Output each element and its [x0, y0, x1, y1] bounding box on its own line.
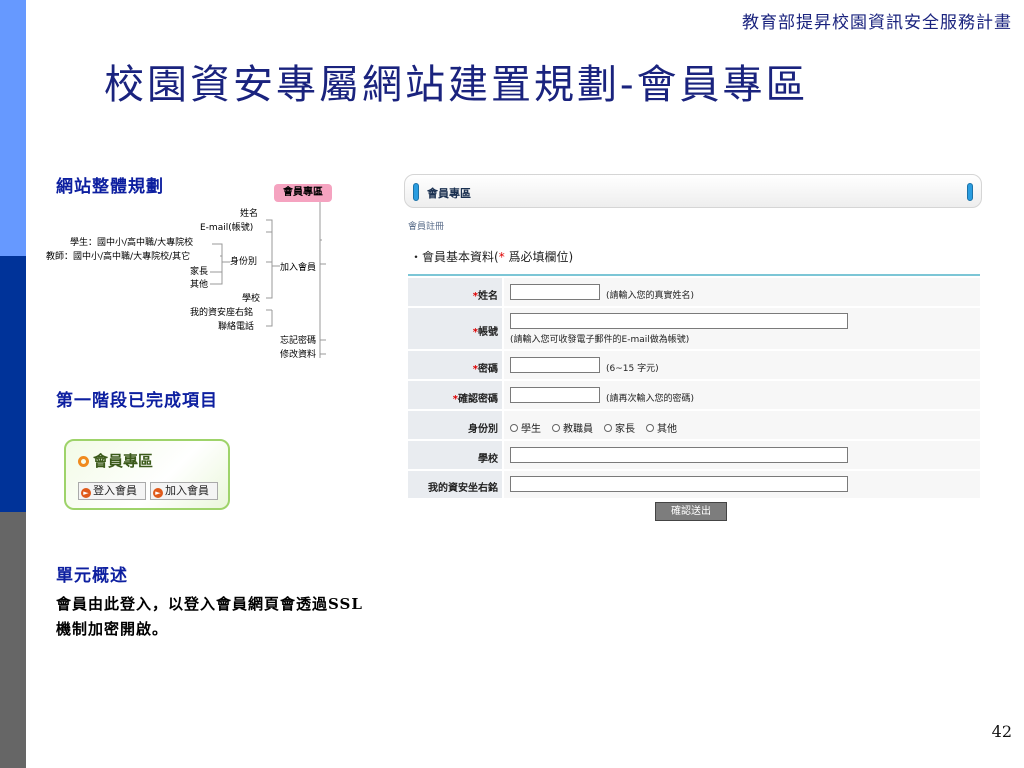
identity-radio-parent[interactable]: 家長 [604, 420, 635, 435]
confirm-password-input[interactable] [510, 387, 600, 403]
name-label-text: 姓名 [478, 291, 498, 302]
form-row-motto: 我的資安坐右銘 [408, 471, 980, 499]
mindmap-root: 會員專區 [274, 184, 332, 202]
mindmap-branch-edit: 修改資料 [280, 350, 317, 360]
title-bar-cap-icon [413, 183, 419, 201]
radio-icon [552, 424, 560, 432]
account-input[interactable] [510, 313, 848, 329]
mindmap-node-parent: 家長 [190, 267, 209, 277]
motto-input[interactable] [510, 476, 848, 492]
mindmap-node-name: 姓名 [240, 209, 259, 219]
member-area-widget: 會員專區 ► 登入會員 ► 加入會員 [64, 439, 230, 510]
member-widget-title: 會員專區 [78, 450, 153, 471]
slide-title: 校園資安專屬網站建置規劃-會員專區 [104, 62, 809, 108]
confirm-password-hint: (請再次輸入您的密碼) [606, 394, 695, 404]
field-label-name: *姓名 [408, 278, 502, 306]
form-title: 會員專區 [427, 187, 471, 200]
school-input[interactable] [510, 447, 848, 463]
login-member-label: 登入會員 [93, 484, 137, 497]
field-value-school [504, 441, 980, 469]
member-widget-title-text: 會員專區 [93, 452, 154, 470]
identity-radio-student[interactable]: 學生 [510, 420, 541, 435]
field-label-motto: 我的資安坐右銘 [408, 471, 502, 498]
password-input[interactable] [510, 357, 600, 373]
field-value-name: (請輸入您的真實姓名) [504, 278, 980, 306]
name-input[interactable] [510, 284, 600, 300]
password-label-text: 密碼 [478, 364, 498, 375]
page-number: 42 [991, 722, 1012, 741]
identity-radio-staff[interactable]: 教職員 [552, 420, 593, 435]
name-hint: (請輸入您的真實姓名) [606, 291, 695, 301]
section-heading-prefix: ・會員基本資料( [410, 250, 499, 264]
mindmap-node-phone: 聯絡電話 [218, 322, 255, 332]
join-member-label: 加入會員 [165, 484, 209, 497]
field-value-motto [504, 471, 980, 498]
identity-radio-other[interactable]: 其他 [646, 420, 677, 435]
radio-icon [604, 424, 612, 432]
radio-label: 學生 [521, 424, 541, 435]
mindmap-branch-join: 加入會員 [280, 263, 317, 273]
mindmap-node-student: 學生：國中小/高中職/大專院校 [70, 238, 194, 248]
field-label-school: 學校 [408, 441, 502, 469]
field-label-identity: 身份別 [408, 411, 502, 439]
field-value-password: (6~15 字元) [504, 351, 980, 379]
mindmap-branch-forgot: 忘記密碼 [280, 336, 317, 346]
strip-segment-top [0, 0, 26, 256]
field-value-confirm-password: (請再次輸入您的密碼) [504, 381, 980, 409]
field-label-password: *密碼 [408, 351, 502, 379]
mindmap-node-motto: 我的資安座右銘 [190, 308, 254, 318]
radio-label: 教職員 [563, 424, 593, 435]
mindmap-node-other: 其他 [190, 280, 209, 290]
account-hint: (請輸入您可收發電子郵件的E-mail做為帳號) [510, 335, 690, 345]
field-label-confirm-password: *確認密碼 [408, 381, 502, 409]
mindmap-node-school: 學校 [242, 294, 261, 304]
password-hint: (6~15 字元) [606, 364, 659, 374]
mindmap-node-identity: 身份別 [230, 257, 258, 267]
breadcrumb[interactable]: 會員註冊 [408, 219, 444, 232]
strip-segment-bottom [0, 512, 26, 768]
school-label-text: 學校 [478, 454, 498, 465]
section-heading-suffix: 爲必填欄位) [504, 250, 574, 264]
form-section-heading: ・會員基本資料(* 爲必填欄位) [410, 248, 573, 265]
submit-button[interactable]: 確認送出 [655, 502, 727, 521]
site-structure-mindmap: 會員專區 姓名 E-mail(帳號) 學生：國中小/高中職/大專院校 教師：國中… [40, 180, 370, 370]
form-row-confirm-password: *確認密碼 (請再次輸入您的密碼) [408, 381, 980, 410]
arrow-right-icon: ► [81, 488, 91, 498]
left-color-strip [0, 0, 26, 768]
strip-segment-middle [0, 256, 26, 512]
field-label-account: *帳號 [408, 308, 502, 349]
form-row-name: *姓名 (請輸入您的真實姓名) [408, 278, 980, 307]
motto-label-text: 我的資安坐右銘 [428, 483, 498, 494]
form-row-password: *密碼 (6~15 字元) [408, 351, 980, 380]
radio-label: 其他 [657, 424, 677, 435]
radio-icon [510, 424, 518, 432]
mindmap-node-teacher: 教師：國中小/高中職/大專院校/其它 [46, 252, 191, 262]
form-row-identity: 身份別 學生 教職員 家長 其他 [408, 411, 980, 440]
circle-icon [78, 456, 89, 467]
arrow-right-icon: ► [153, 488, 163, 498]
account-label-text: 帳號 [478, 327, 498, 338]
section-heading-phase-one: 第一階段已完成項目 [56, 391, 218, 411]
field-value-account: (請輸入您可收發電子郵件的E-mail做為帳號) [504, 308, 980, 349]
form-row-school: 學校 [408, 441, 980, 470]
field-value-identity: 學生 教職員 家長 其他 [504, 411, 980, 439]
registration-form-screenshot: 會員專區 會員註冊 ・會員基本資料(* 爲必填欄位) *姓名 (請輸入您的真實姓… [404, 172, 984, 528]
title-bar-cap-icon [967, 183, 973, 201]
form-title-bar: 會員專區 [404, 174, 982, 208]
radio-icon [646, 424, 654, 432]
join-member-button[interactable]: ► 加入會員 [150, 482, 218, 500]
login-member-button[interactable]: ► 登入會員 [78, 482, 146, 500]
overview-text: 會員由此登入，以登入會員網頁會透過SSL機制加密開啟。 [56, 595, 363, 638]
organization-name: 教育部提昇校園資訊安全服務計畫 [742, 13, 1012, 33]
section-heading-overview: 單元概述 [56, 566, 128, 586]
identity-label-text: 身份別 [468, 424, 498, 435]
mindmap-node-email: E-mail(帳號) [200, 223, 254, 233]
confirm-label-text: 確認密碼 [458, 394, 498, 405]
radio-label: 家長 [615, 424, 635, 435]
section-divider [408, 274, 980, 276]
form-row-account: *帳號 (請輸入您可收發電子郵件的E-mail做為帳號) [408, 308, 980, 350]
